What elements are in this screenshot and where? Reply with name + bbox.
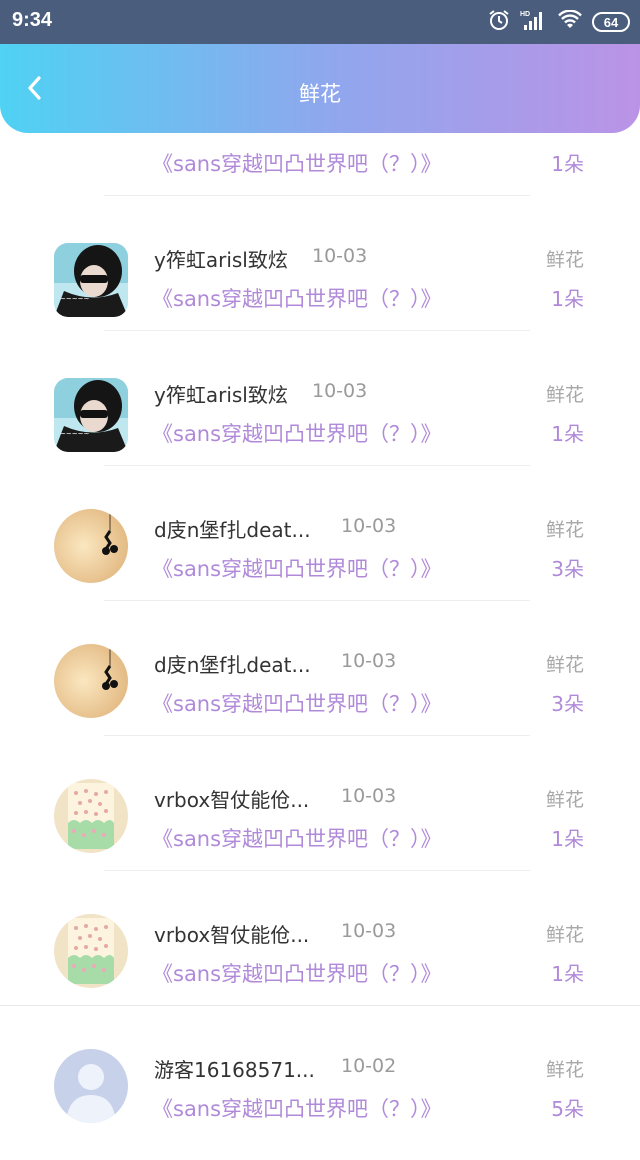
- divider: [104, 600, 530, 601]
- date: 10-03: [341, 515, 397, 537]
- list-item[interactable]: vrbox智仗能伧... 10-03 鲜花 《sans穿越凹凸世界吧（？）》 1…: [0, 755, 640, 890]
- list-item[interactable]: d庋n堡f扎deat... 10-03 鲜花 《sans穿越凹凸世界吧（？）》 …: [0, 620, 640, 755]
- avatar[interactable]: [54, 1049, 128, 1123]
- date: 10-03: [341, 650, 397, 672]
- svg-text:~~~~~: ~~~~~: [60, 430, 89, 438]
- book-title[interactable]: 《sans穿越凹凸世界吧（？）》: [152, 688, 442, 718]
- gift-type: 鲜花: [545, 519, 584, 541]
- user-name[interactable]: 游客16168571...: [154, 1054, 315, 1083]
- date: 10-02: [341, 1055, 397, 1077]
- header-bar: 鲜花: [0, 44, 640, 133]
- wifi-icon: [558, 9, 582, 34]
- user-name[interactable]: vrbox智仗能伧...: [154, 784, 309, 813]
- book-title[interactable]: 《sans穿越凹凸世界吧（？）》: [152, 418, 442, 448]
- book-title[interactable]: 《sans穿越凹凸世界吧（？）》: [152, 148, 442, 178]
- list-item[interactable]: ~~~~~ y筰虹arisl致炫 10-03 鲜花 《sans穿越凹凸世界吧（？…: [0, 215, 640, 350]
- flower-count: 1朵: [551, 152, 584, 176]
- avatar[interactable]: [54, 644, 128, 718]
- battery-icon: 64: [592, 12, 630, 32]
- date: 10-03: [341, 785, 397, 807]
- gift-type: 鲜花: [545, 1059, 584, 1081]
- flower-count: 5朵: [551, 1097, 584, 1121]
- avatar[interactable]: [54, 509, 128, 583]
- avatar[interactable]: [54, 914, 128, 988]
- avatar[interactable]: [54, 779, 128, 853]
- divider: [104, 195, 530, 196]
- flower-count: 1朵: [551, 287, 584, 311]
- gift-type: 鲜花: [545, 249, 584, 271]
- flower-count: 1朵: [551, 827, 584, 851]
- date: 10-03: [312, 380, 368, 402]
- list-item[interactable]: d庋n堡f扎deat... 10-03 鲜花 《sans穿越凹凸世界吧（？）》 …: [0, 485, 640, 620]
- hd-signal-icon: HD: [520, 9, 548, 35]
- gift-type: 鲜花: [545, 789, 584, 811]
- default-user-icon: [54, 1049, 128, 1123]
- divider: [104, 465, 530, 466]
- avatar[interactable]: ~~~~~: [54, 378, 128, 452]
- user-name[interactable]: y筰虹arisl致炫: [154, 379, 288, 408]
- gift-type: 鲜花: [545, 924, 584, 946]
- book-title[interactable]: 《sans穿越凹凸世界吧（？）》: [152, 283, 442, 313]
- book-title[interactable]: 《sans穿越凹凸世界吧（？）》: [152, 553, 442, 583]
- book-title[interactable]: 《sans穿越凹凸世界吧（？）》: [152, 1093, 442, 1123]
- book-title[interactable]: 《sans穿越凹凸世界吧（？）》: [152, 958, 442, 988]
- page-title: 鲜花: [299, 82, 341, 106]
- user-name[interactable]: d庋n堡f扎deat...: [154, 649, 311, 678]
- alarm-icon: [488, 9, 510, 35]
- divider: [104, 735, 530, 736]
- flower-count: 1朵: [551, 962, 584, 986]
- status-icons: HD 64: [488, 9, 630, 35]
- gift-type: 鲜花: [545, 384, 584, 406]
- list-item[interactable]: ~~~~~ y筰虹arisl致炫 10-03 鲜花 《sans穿越凹凸世界吧（？…: [0, 350, 640, 485]
- list-item[interactable]: 游客16168571... 10-02 鲜花 《sans穿越凹凸世界吧（？）》 …: [0, 1025, 640, 1160]
- flower-count: 3朵: [551, 557, 584, 581]
- svg-text:HD: HD: [520, 11, 530, 18]
- status-bar: 9:34 HD 64: [0, 0, 640, 44]
- svg-text:~~~~~: ~~~~~: [60, 295, 89, 303]
- user-name[interactable]: vrbox智仗能伧...: [154, 919, 309, 948]
- gift-type: 鲜花: [545, 654, 584, 676]
- date: 10-03: [312, 245, 368, 267]
- flower-count: 3朵: [551, 692, 584, 716]
- avatar[interactable]: ~~~~~: [54, 243, 128, 317]
- user-name[interactable]: y筰虹arisl致炫: [154, 244, 288, 273]
- book-title[interactable]: 《sans穿越凹凸世界吧（？）》: [152, 823, 442, 853]
- date: 10-03: [341, 920, 397, 942]
- divider: [0, 1005, 640, 1006]
- status-time: 9:34: [12, 9, 53, 31]
- flower-count: 1朵: [551, 422, 584, 446]
- user-name[interactable]: d庋n堡f扎deat...: [154, 514, 311, 543]
- divider: [104, 870, 530, 871]
- divider: [104, 330, 530, 331]
